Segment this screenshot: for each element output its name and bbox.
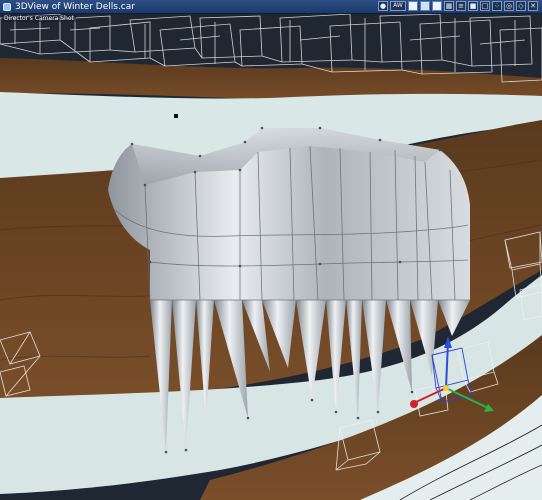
target-icon[interactable]: ◎ (504, 1, 514, 11)
layers-icon[interactable]: ≡ (456, 1, 466, 11)
cube-icon[interactable]: ■ (468, 1, 478, 11)
view-grid-icon[interactable]: ▦ (444, 1, 454, 11)
camera-label: Director's Camera Shot (2, 15, 76, 22)
camera-icon[interactable]: ● (378, 1, 388, 11)
window-title: 3DView of Winter Dells.car (15, 1, 135, 12)
close-icon[interactable]: ✕ (528, 1, 538, 11)
view-single-icon[interactable] (408, 1, 418, 11)
scene-marker (174, 114, 178, 118)
expand-icon[interactable]: ◇ (516, 1, 526, 11)
dots-icon[interactable]: ⁘ (492, 1, 502, 11)
window-icon (3, 2, 11, 11)
view-split-icon[interactable] (420, 1, 430, 11)
cube-wire-icon[interactable]: □ (480, 1, 490, 11)
persp-button[interactable]: AW (390, 1, 406, 11)
viewport-canvas[interactable] (0, 0, 542, 500)
viewport-toolbar: ● AW ▦ ≡ ■ □ ⁘ ◎ ◇ ✕ (378, 1, 538, 11)
viewport-window: 3DView of Winter Dells.car ● AW ▦ ≡ ■ □ … (0, 0, 542, 500)
title-bar: 3DView of Winter Dells.car ● AW ▦ ≡ ■ □ … (0, 0, 542, 14)
view-quad-icon[interactable] (432, 1, 442, 11)
